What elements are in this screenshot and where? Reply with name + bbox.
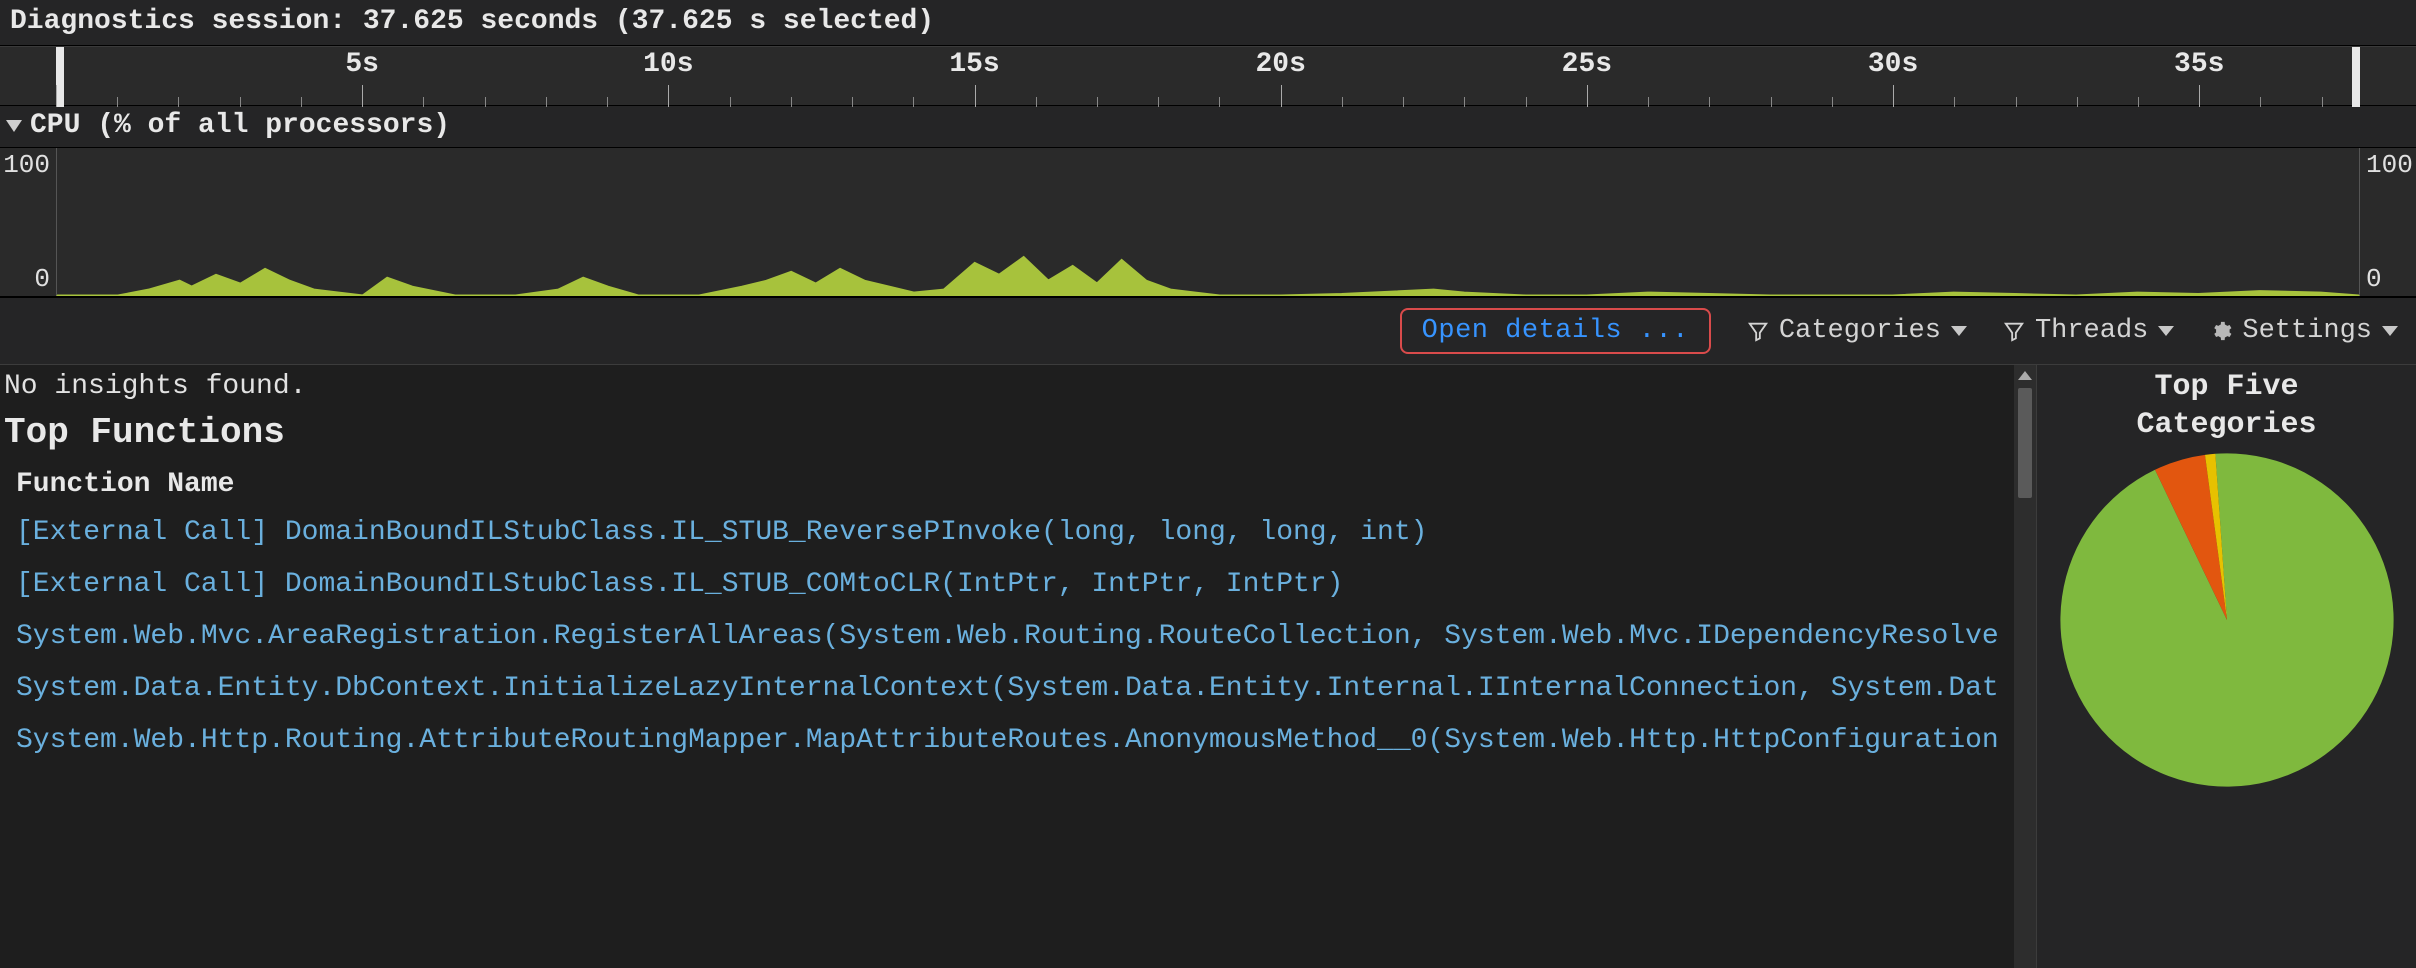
ruler-label: 25s [1562,49,1612,80]
function-row[interactable]: System.Data.Entity.DbContext.InitializeL… [16,668,1998,710]
chevron-down-icon [2382,326,2398,336]
ruler-tick [240,97,241,107]
function-row[interactable]: System.Web.Mvc.AreaRegistration.Register… [16,616,1998,658]
ruler-tick [423,97,424,107]
ruler-tick [2322,97,2323,107]
pie-slice[interactable] [2060,453,2393,786]
ruler-tick [1036,97,1037,107]
ruler-tick [1587,85,1588,107]
toolbar: Open details ... Categories Threads Sett… [0,298,2416,365]
ruler-tick [117,97,118,107]
open-details-link[interactable]: Open details ... [1400,308,1711,354]
selection-end-handle[interactable] [2352,47,2360,107]
ruler-tick [1771,97,1772,107]
chevron-down-icon [1951,326,1967,336]
ruler-tick [852,97,853,107]
ruler-tick [2199,85,2200,107]
ruler-tick [730,97,731,107]
session-header: Diagnostics session: 37.625 seconds (37.… [0,0,2416,46]
ruler-tick [1097,97,1098,107]
ruler-tick [607,97,608,107]
ruler-tick [668,85,669,107]
cpu-plot[interactable]: 100 0 100 0 [0,148,2416,298]
ruler-tick [1709,97,1710,107]
selection-start-handle[interactable] [56,47,64,107]
ruler-tick [913,97,914,107]
column-header-function-name[interactable]: Function Name [0,467,2014,512]
cpu-section-header[interactable]: CPU (% of all processors) [0,106,2416,148]
settings-dropdown[interactable]: Settings [2210,316,2398,346]
ruler-tick [1832,97,1833,107]
function-row[interactable]: [External Call] DomainBoundILStubClass.I… [16,512,1998,554]
ruler-tick [2260,97,2261,107]
ruler-tick [546,97,547,107]
ruler-tick [2077,97,2078,107]
pie-chart[interactable] [2057,450,2397,790]
ruler-tick [56,85,57,107]
gear-icon [2210,320,2232,342]
ruler-tick [1342,97,1343,107]
ruler-label: 20s [1255,49,1305,80]
chevron-down-icon [2158,326,2174,336]
function-list: [External Call] DomainBoundILStubClass.I… [0,512,2014,762]
categories-dropdown[interactable]: Categories [1747,316,1967,346]
filter-icon [2003,320,2025,342]
scroll-up-icon[interactable] [2018,371,2032,380]
ruler-tick [1648,97,1649,107]
ruler-tick [1219,97,1220,107]
ruler-tick [301,97,302,107]
scroll-thumb[interactable] [2018,388,2032,498]
ruler-tick [1281,85,1282,107]
ruler-tick [485,97,486,107]
chevron-down-icon [6,120,22,132]
function-row[interactable]: [External Call] DomainBoundILStubClass.I… [16,564,1998,606]
ruler-label: 10s [643,49,693,80]
vertical-scrollbar[interactable] [2014,365,2036,968]
ruler-tick [178,97,179,107]
function-row[interactable]: System.Web.Http.Routing.AttributeRouting… [16,720,1998,762]
ruler-label: 5s [345,49,379,80]
cpu-axis-left: 100 0 [0,148,56,296]
timeline-ruler[interactable]: 5s 10s 15s 20s 25s 30s 35s [0,46,2416,106]
pie-title: Top FiveCategories [2136,369,2316,444]
ruler-tick [975,85,976,107]
ruler-tick [1893,85,1894,107]
cpu-series [57,257,2359,295]
cpu-axis-right: 100 0 [2360,148,2416,296]
ruler-label: 35s [2174,49,2224,80]
threads-dropdown[interactable]: Threads [2003,316,2174,346]
ruler-tick [362,85,363,107]
ruler-label: 15s [949,49,999,80]
ruler-tick [1464,97,1465,107]
cpu-title: CPU (% of all processors) [30,110,450,141]
ruler-label: 30s [1868,49,1918,80]
top-functions-title: Top Functions [0,410,2014,467]
ruler-tick [1158,97,1159,107]
ruler-tick [1526,97,1527,107]
ruler-tick [1403,97,1404,107]
ruler-tick [2138,97,2139,107]
ruler-tick [791,97,792,107]
filter-icon [1747,320,1769,342]
top-categories-panel: Top FiveCategories [2036,365,2416,968]
ruler-tick [1954,97,1955,107]
ruler-tick [2016,97,2017,107]
insights-text: No insights found. [0,365,2014,410]
